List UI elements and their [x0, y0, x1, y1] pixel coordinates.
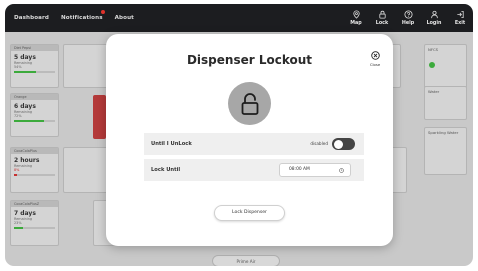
top-nav-bar: Dashboard Notifications About Map Lock H…	[5, 4, 473, 32]
product-card[interactable]: Diet Pepsi 5 days Remaining 54%	[10, 44, 59, 88]
lock-dispenser-button[interactable]: Lock Dispenser	[214, 205, 285, 221]
card-percent: 8%	[14, 168, 20, 172]
tab-dashboard[interactable]: Dashboard	[14, 15, 49, 21]
product-card[interactable]: Orange 6 days Remaining 72%	[10, 93, 59, 137]
side-card-label: Sparkling Water	[428, 130, 459, 135]
card-days: 6 days	[14, 103, 36, 110]
until-unlock-label: Until I UnLock	[151, 141, 192, 147]
notification-badge	[100, 10, 105, 14]
alert-card[interactable]	[93, 95, 106, 139]
lock-until-label: Lock Until	[151, 167, 181, 173]
side-card-label: NFCS	[428, 47, 439, 52]
lock-icon	[378, 10, 386, 19]
login-label: Login	[426, 21, 442, 26]
side-card-water[interactable]: Water	[424, 86, 467, 120]
help-button[interactable]: Help	[395, 4, 421, 32]
lock-button[interactable]: Lock	[369, 4, 395, 32]
app-window: Dashboard Notifications About Map Lock H…	[5, 4, 473, 266]
status-indicator	[429, 62, 435, 68]
dispenser-lockout-dialog: Dispenser Lockout Close Until I UnLock d…	[106, 34, 393, 246]
card-percent: 54%	[14, 65, 22, 69]
dialog-title: Dispenser Lockout	[186, 53, 313, 67]
level-fill	[14, 120, 44, 122]
map-pin-icon	[352, 10, 360, 19]
unlocked-padlock-icon	[241, 92, 258, 115]
prime-air-button[interactable]: Prime Air	[212, 255, 280, 266]
level-fill	[14, 174, 18, 176]
card-days: 2 hours	[14, 157, 40, 164]
map-label: Map	[350, 21, 362, 26]
level-bar	[14, 227, 55, 229]
lock-until-row: Lock Until 08:00 AM	[144, 159, 364, 181]
close-icon	[370, 51, 380, 60]
card-percent: 23%	[14, 221, 22, 225]
close-label: Close	[369, 62, 381, 67]
login-button[interactable]: Login	[421, 4, 447, 32]
tab-about[interactable]: About	[115, 15, 134, 21]
tab-notifications[interactable]: Notifications	[61, 10, 105, 21]
top-icon-group: Map Lock Help Login Exit	[343, 4, 473, 32]
side-card-label: Water	[428, 89, 440, 94]
card-days: 7 days	[14, 210, 36, 217]
time-value: 08:00 AM	[289, 167, 310, 172]
product-card[interactable]	[63, 44, 108, 88]
toggle-knob	[333, 139, 343, 149]
product-card[interactable]: CocaColaPlus 2 hours Remaining 8%	[10, 147, 59, 193]
until-unlock-row: Until I UnLock disabled	[144, 133, 364, 155]
side-card-nfcs[interactable]: NFCS	[424, 44, 467, 89]
side-card-sparkling[interactable]: Sparkling Water	[424, 127, 467, 175]
level-bar	[14, 71, 55, 73]
until-unlock-toggle[interactable]	[332, 138, 355, 150]
clock-icon	[339, 167, 344, 173]
lock-until-time-input[interactable]: 08:00 AM	[279, 163, 351, 177]
map-button[interactable]: Map	[343, 4, 369, 32]
level-fill	[14, 227, 24, 229]
level-bar	[14, 120, 55, 122]
toggle-state-label: disabled	[310, 141, 328, 146]
tab-notifications-label: Notifications	[61, 15, 103, 21]
product-card[interactable]: CocaColaPlusZ 7 days Remaining 23%	[10, 200, 59, 246]
help-icon	[403, 10, 413, 19]
level-fill	[14, 71, 37, 73]
user-icon	[430, 10, 438, 19]
card-days: 5 days	[14, 54, 36, 61]
exit-label: Exit	[454, 21, 466, 26]
level-bar	[14, 174, 55, 176]
exit-button[interactable]: Exit	[447, 4, 473, 32]
help-label: Help	[401, 21, 415, 26]
card-percent: 72%	[14, 114, 22, 118]
exit-icon	[456, 10, 464, 19]
product-card[interactable]	[63, 147, 108, 193]
lock-status-badge	[228, 82, 271, 125]
lock-label: Lock	[375, 21, 389, 26]
close-button[interactable]: Close	[368, 51, 382, 67]
